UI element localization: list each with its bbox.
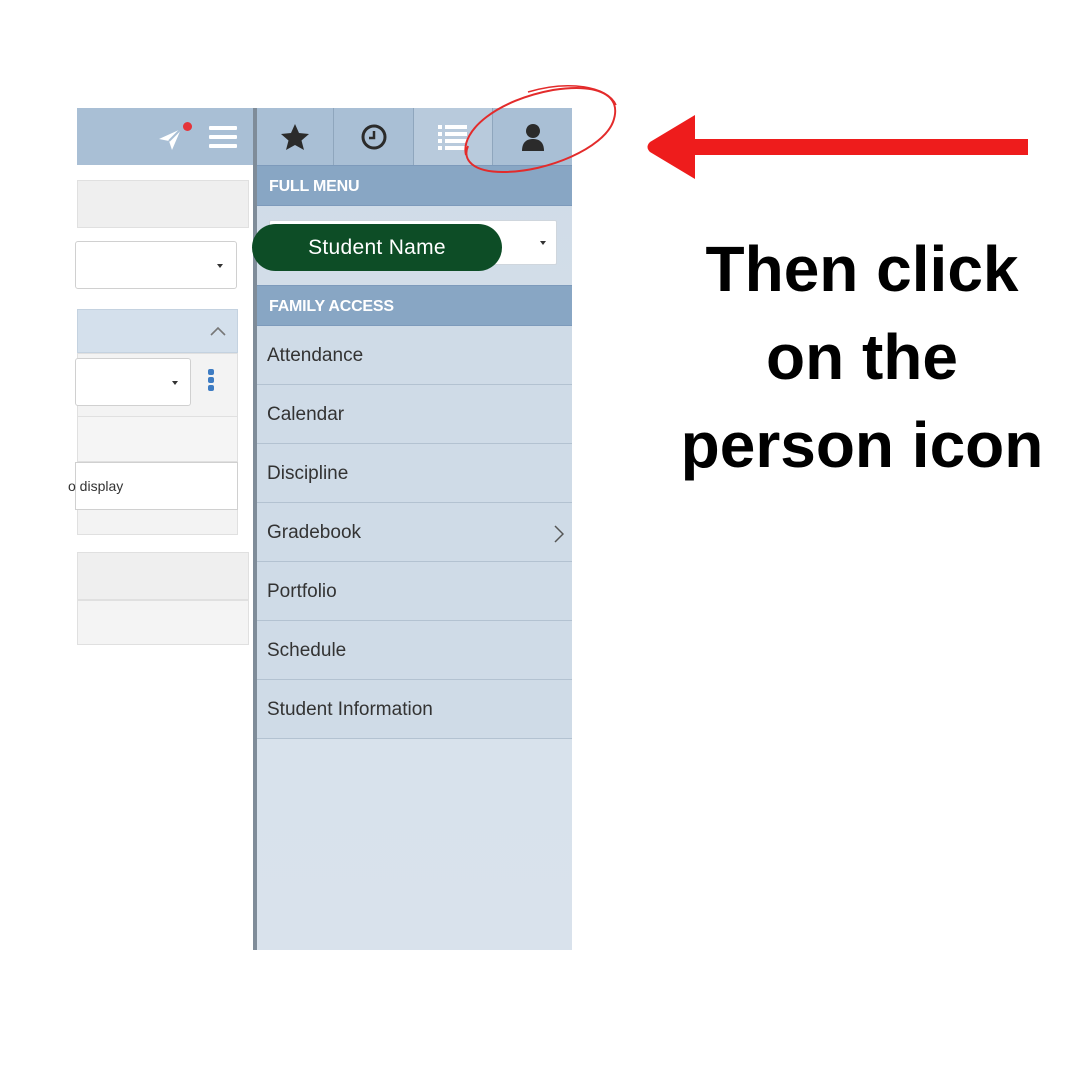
menu-item-student-information[interactable]: Student Information <box>257 680 572 739</box>
dropdown-caret-icon <box>217 264 223 268</box>
menu-item-schedule[interactable]: Schedule <box>257 621 572 680</box>
instruction-line: Then click <box>705 233 1019 305</box>
menu-item-attendance[interactable]: Attendance <box>257 326 572 385</box>
menu-item-discipline[interactable]: Discipline <box>257 444 572 503</box>
secondary-card-body <box>77 600 249 645</box>
content-card-header <box>77 180 249 228</box>
full-menu-header-label: FULL MENU <box>269 178 360 195</box>
dropdown-caret-icon <box>540 241 546 245</box>
menu-item-portfolio[interactable]: Portfolio <box>257 562 572 621</box>
top-navigation-bar <box>77 108 255 165</box>
section-row <box>77 416 238 462</box>
menu-item-gradebook[interactable]: Gradebook <box>257 503 572 562</box>
section-dropdown[interactable] <box>75 358 191 406</box>
star-icon <box>281 123 309 150</box>
empty-message-text: o display <box>68 478 124 494</box>
student-name-pill: Student Name <box>252 224 502 271</box>
menu-item-label: Calendar <box>267 404 345 425</box>
menu-item-label: Schedule <box>267 640 347 661</box>
empty-message-box: o display <box>68 462 238 510</box>
secondary-card-header <box>77 552 249 600</box>
menu-item-label: Student Information <box>267 699 433 720</box>
clock-icon <box>361 124 386 149</box>
collapsible-section-header[interactable] <box>77 309 238 353</box>
menu-item-label: Portfolio <box>267 581 337 602</box>
main-content-panel: o display <box>68 108 255 950</box>
menu-item-label: Attendance <box>267 345 364 366</box>
instruction-text: Then click on the person icon <box>672 225 1052 489</box>
menu-item-calendar[interactable]: Calendar <box>257 385 572 444</box>
chevron-right-icon <box>554 525 564 543</box>
hamburger-menu-icon[interactable] <box>209 126 239 148</box>
notification-dot <box>183 122 192 131</box>
red-arrow <box>647 115 1028 179</box>
family-access-menu: Attendance Calendar Discipline Gradebook… <box>257 326 572 739</box>
menu-item-label: Gradebook <box>267 522 362 543</box>
tab-favorites[interactable] <box>257 108 334 165</box>
instruction-line: on the <box>766 321 958 393</box>
family-access-header-label: FAMILY ACCESS <box>269 298 394 315</box>
chevron-up-icon[interactable] <box>210 326 226 336</box>
family-access-header: FAMILY ACCESS <box>257 285 572 326</box>
instruction-line: person icon <box>680 409 1044 481</box>
send-message-icon[interactable] <box>157 126 183 152</box>
tab-recent[interactable] <box>334 108 414 165</box>
highlight-circle <box>464 85 617 174</box>
content-dropdown[interactable] <box>75 241 237 289</box>
kebab-menu-icon[interactable] <box>208 369 214 393</box>
dropdown-caret-icon <box>172 381 178 385</box>
menu-item-label: Discipline <box>267 463 349 484</box>
